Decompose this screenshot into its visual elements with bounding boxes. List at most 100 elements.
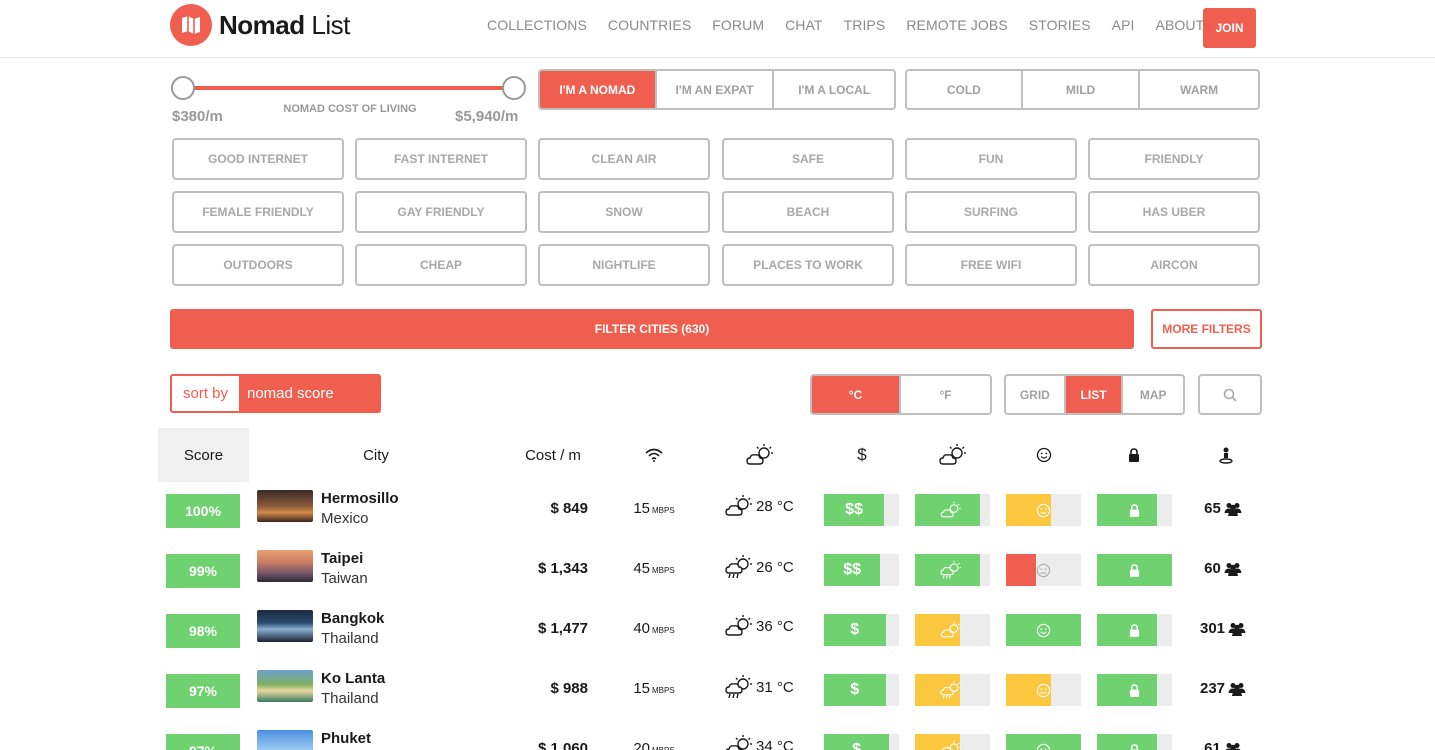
city-thumbnail[interactable] [257,730,313,750]
nav-stories[interactable]: STORIES [1029,17,1091,33]
internet-speed-value: 20 [633,740,650,750]
view-map[interactable]: MAP [1123,376,1183,413]
filter-free-wifi[interactable]: FREE WIFI [905,244,1077,286]
internet-speed: 45 MBPS [604,560,704,577]
filter-friendly[interactable]: FRIENDLY [1088,138,1260,180]
city-row[interactable]: 97%PhuketThailand$ 1,06020MBPS34 °C$61 [0,722,1435,750]
units-fahrenheit[interactable]: °F [901,376,990,413]
cost-slider-min-handle[interactable] [171,76,195,100]
smile-icon [1036,683,1051,697]
view-grid[interactable]: GRID [1006,376,1066,413]
nav-remote-jobs[interactable]: REMOTE JOBS [906,17,1007,33]
score-badge: 97% [166,734,240,750]
people-icon [1224,502,1242,516]
filter-beach[interactable]: BEACH [722,191,894,233]
internet-speed-value: 45 [633,560,650,577]
header-people[interactable] [1206,428,1246,482]
filter-snow[interactable]: SNOW [538,191,710,233]
nomads-here: 60 [1188,560,1258,577]
filter-clean-air[interactable]: CLEAN AIR [538,138,710,180]
sun-rain-icon [940,680,961,699]
sun-cloud-icon [725,615,752,636]
filter-cities-button[interactable]: FILTER CITIES (630) [170,309,1134,349]
join-button[interactable]: JOIN [1203,8,1256,48]
cost-level: $ [852,741,862,750]
nav-trips[interactable]: TRIPS [844,17,886,33]
climate-cold[interactable]: COLD [907,71,1023,108]
filter-outdoors[interactable]: OUTDOORS [172,244,344,286]
header-cost[interactable]: Cost / m [508,428,598,482]
internet-speed-unit: MBPS [652,566,675,575]
temperature: 34 °C [756,737,794,750]
cost-slider-label: NOMAD COST OF LIVING [283,103,417,115]
internet-speed-unit: MBPS [652,746,675,750]
persona-expat[interactable]: I'M AN EXPAT [657,71,775,108]
city-name[interactable]: Phuket [321,730,371,747]
climate-mild[interactable]: MILD [1023,71,1141,108]
city-name[interactable]: Taipei [321,550,363,567]
city-thumbnail[interactable] [257,490,313,522]
header-internet[interactable] [634,428,674,482]
cost-slider-track[interactable] [183,86,514,90]
header-cost-level[interactable]: $ [842,428,882,482]
header-fun[interactable] [1024,428,1064,482]
nomads-count: 237 [1199,680,1226,697]
header-score[interactable]: Score [158,428,249,482]
persona-nomad[interactable]: I'M A NOMAD [540,71,657,108]
logo[interactable]: Nomad List [170,4,350,46]
safety-bar [1097,494,1172,526]
filter-good-internet[interactable]: GOOD INTERNET [172,138,344,180]
persona-local[interactable]: I'M A LOCAL [774,71,894,108]
nav-about[interactable]: ABOUT [1156,17,1205,33]
weather-now: 28 °C [724,494,794,518]
filter-cheap[interactable]: CHEAP [355,244,527,286]
weather-icon [939,444,966,465]
city-name[interactable]: Bangkok [321,610,384,627]
temperature: 36 °C [756,617,794,635]
score-badge: 99% [166,554,240,588]
cost-per-month: $ 988 [550,680,588,697]
header-weather[interactable] [740,428,780,482]
climate-warm[interactable]: WARM [1140,71,1258,108]
city-row[interactable]: 98% Bangkok Thailand $ 1,477 40 MBPS 36 °C $301 [0,602,1435,662]
city-row[interactable]: 99% Taipei Taiwan $ 1,343 45 MBPS 26 °C $$ 60 [0,542,1435,602]
filter-has-uber[interactable]: HAS UBER [1088,191,1260,233]
sun-rain-icon [941,740,961,750]
city-name[interactable]: Hermosillo [321,490,399,507]
city-row[interactable]: 97% Ko Lanta Thailand $ 988 15 MBPS 31 °C $237 [0,662,1435,722]
nav-chat[interactable]: CHAT [785,17,822,33]
filter-aircon[interactable]: AIRCON [1088,244,1260,286]
fun-bar [1006,614,1081,646]
nomads-count: 65 [1204,500,1221,517]
filter-surfing[interactable]: SURFING [905,191,1077,233]
nav-collections[interactable]: COLLECTIONS [487,17,587,33]
header-city[interactable]: City [326,428,426,482]
cost-slider-max-handle[interactable] [502,76,526,100]
internet-speed-unit: MBPS [652,686,675,695]
score-badge: 97% [166,674,240,708]
nav-api[interactable]: API [1112,17,1135,33]
filter-fast-internet[interactable]: FAST INTERNET [355,138,527,180]
units-celsius[interactable]: °C [812,376,902,413]
header-safety[interactable] [1114,428,1154,482]
filter-female-friendly[interactable]: FEMALE FRIENDLY [172,191,344,233]
city-thumbnail[interactable] [257,670,313,702]
header-climate[interactable] [933,428,973,482]
filter-places-to-work[interactable]: PLACES TO WORK [722,244,894,286]
view-list[interactable]: LIST [1065,376,1124,413]
sort-select[interactable]: sort by nomad score [170,374,381,413]
filter-safe[interactable]: SAFE [722,138,894,180]
nav-forum[interactable]: FORUM [712,17,764,33]
search-button[interactable] [1198,374,1262,415]
filter-fun[interactable]: FUN [905,138,1077,180]
nav-countries[interactable]: COUNTRIES [608,17,691,33]
wifi-icon [645,448,663,462]
city-thumbnail[interactable] [257,610,313,642]
more-filters-button[interactable]: MORE FILTERS [1151,309,1262,349]
city-thumbnail[interactable] [257,550,313,582]
city-row[interactable]: 100% Hermosillo Mexico $ 849 15 MBPS 28 °C $$ 65 [0,482,1435,542]
cost-bar-fill: $ [824,614,886,646]
filter-nightlife[interactable]: NIGHTLIFE [538,244,710,286]
city-name[interactable]: Ko Lanta [321,670,385,687]
filter-gay-friendly[interactable]: GAY FRIENDLY [355,191,527,233]
